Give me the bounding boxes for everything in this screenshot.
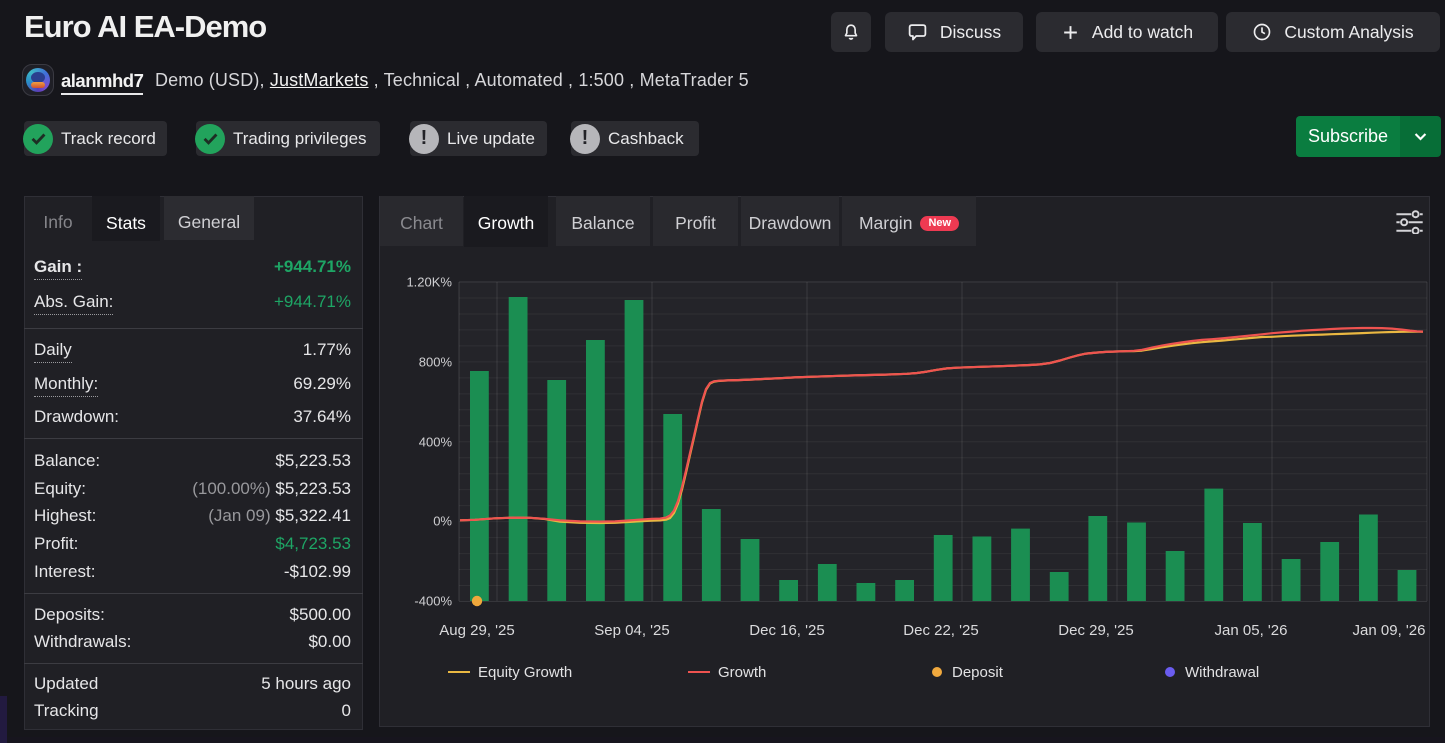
svg-text:Growth: Growth (718, 664, 766, 681)
svg-text:Jan 09, '26: Jan 09, '26 (1353, 622, 1426, 639)
svg-text:Sep 04, '25: Sep 04, '25 (594, 622, 669, 639)
svg-text:Dec 16, '25: Dec 16, '25 (749, 622, 824, 639)
svg-text:1.20K%: 1.20K% (406, 275, 452, 290)
svg-text:Jan 05, '26: Jan 05, '26 (1215, 622, 1288, 639)
svg-text:800%: 800% (419, 355, 453, 370)
svg-text:Equity Growth: Equity Growth (478, 664, 572, 681)
svg-text:Withdrawal: Withdrawal (1185, 664, 1259, 681)
svg-text:Dec 29, '25: Dec 29, '25 (1058, 622, 1133, 639)
svg-text:Deposit: Deposit (952, 664, 1004, 681)
svg-text:Dec 22, '25: Dec 22, '25 (903, 622, 978, 639)
svg-text:-400%: -400% (414, 594, 452, 609)
svg-text:0%: 0% (433, 514, 452, 529)
svg-text:400%: 400% (419, 435, 453, 450)
svg-text:Aug 29, '25: Aug 29, '25 (439, 622, 514, 639)
